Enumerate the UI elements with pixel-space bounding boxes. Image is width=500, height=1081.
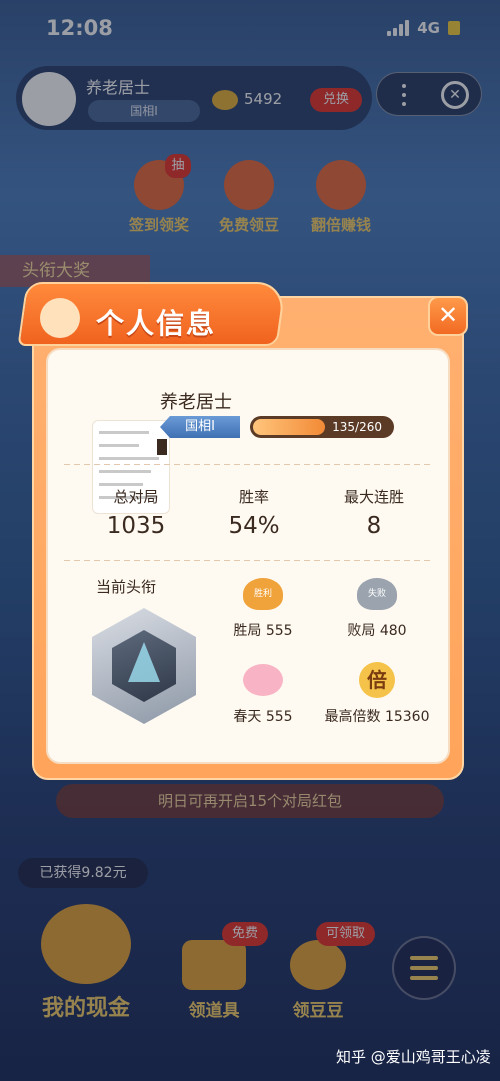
player-name: 养老居士	[160, 392, 232, 413]
detail-label: 胜局 555	[233, 623, 293, 639]
exp-progress-fill	[253, 419, 325, 435]
stat-value: 54%	[228, 513, 280, 539]
stat-value: 1035	[106, 513, 166, 539]
detail-label: 败局 480	[347, 623, 407, 639]
watermark: 知乎 @爱山鸡哥王心凌	[336, 1048, 491, 1066]
user-icon	[40, 298, 80, 338]
stat-max-streak: 最大连胜 8	[314, 486, 434, 539]
win-laurel-icon: 胜利	[243, 578, 283, 610]
stat-win-rate: 胜率 54%	[194, 486, 314, 539]
stat-value: 8	[366, 513, 382, 539]
rank-badge: 国相I	[160, 416, 240, 438]
exp-progress-bar: 135/260	[250, 416, 394, 438]
dialog-title: 个人信息	[96, 307, 217, 340]
divider	[64, 560, 432, 561]
detail-label: 春天 555	[233, 709, 293, 725]
detail-max-multiplier: 倍 最高倍数 15360	[322, 662, 432, 726]
dialog-close-button[interactable]: ✕	[428, 296, 468, 336]
divider	[64, 464, 432, 465]
multiplier-icon: 倍	[359, 662, 395, 698]
detail-label: 最高倍数 15360	[324, 709, 430, 725]
detail-wins: 胜利 胜局 555	[208, 578, 318, 640]
exp-progress-text: 135/260	[332, 420, 382, 434]
stat-label: 胜率	[238, 488, 269, 506]
spring-blossom-icon	[243, 664, 283, 696]
lose-laurel-icon: 失败	[357, 578, 397, 610]
current-title-label: 当前头衔	[96, 578, 157, 596]
stat-total-games: 总对局 1035	[76, 486, 196, 539]
stat-label: 最大连胜	[343, 488, 404, 506]
detail-losses: 失败 败局 480	[322, 578, 432, 640]
stat-label: 总对局	[113, 488, 159, 506]
detail-spring: 春天 555	[208, 664, 318, 726]
profile-dialog: 个人信息 ✕ 养老居士 国相I 135/260 总对局 1035 胜率 54% …	[17, 282, 468, 780]
